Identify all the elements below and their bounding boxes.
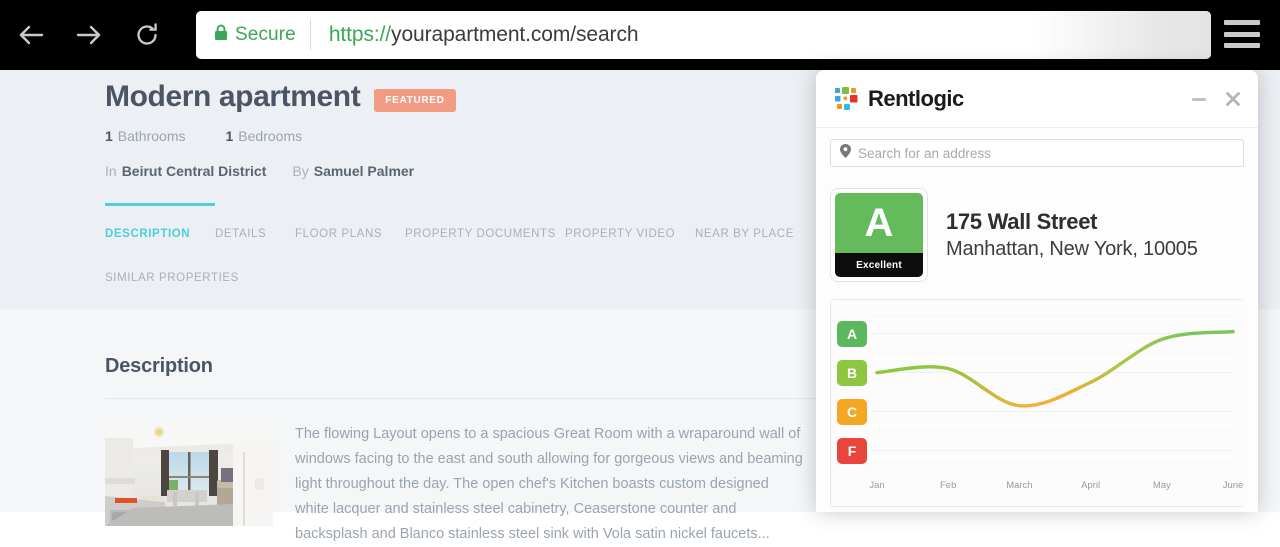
meta-location-prefix: In: [105, 163, 117, 179]
widget-search-wrap: Search for an address: [816, 128, 1258, 179]
search-placeholder: Search for an address: [858, 145, 991, 161]
apartment-interior-photo[interactable]: [105, 422, 273, 526]
spec-bathrooms-count: 1: [105, 128, 113, 144]
listing-tabs: DESCRIPTION DETAILS FLOOR PLANS PROPERTY…: [105, 203, 865, 284]
tab-row-primary: DESCRIPTION DETAILS FLOOR PLANS PROPERTY…: [105, 228, 865, 240]
grade-pill-c: C: [837, 398, 867, 425]
secure-indicator[interactable]: Secure: [196, 11, 310, 59]
secure-label: Secure: [235, 24, 296, 45]
back-button[interactable]: [8, 12, 54, 58]
address-lines: 175 Wall Street Manhattan, New York, 100…: [946, 209, 1198, 261]
grade-color-block: A: [835, 193, 923, 253]
url-bar[interactable]: Secure https://yourapartment.com/search: [196, 11, 1211, 59]
meta-agent: By Samuel Palmer: [292, 163, 414, 179]
address-result-card[interactable]: A Excellent 175 Wall Street Manhattan, N…: [830, 185, 1244, 285]
menu-bar-1: [1224, 20, 1260, 25]
widget-controls: [1190, 90, 1242, 108]
spec-bedrooms: 1 Bedrooms: [226, 128, 303, 144]
month-label-jan: Jan: [869, 480, 885, 491]
widget-header: Rentlogic: [816, 70, 1258, 128]
month-label-april: April: [1081, 480, 1101, 491]
month-label-may: May: [1152, 480, 1171, 491]
spec-bedrooms-count: 1: [225, 128, 234, 144]
tab-description[interactable]: DESCRIPTION: [105, 228, 215, 240]
meta-agent-value[interactable]: Samuel Palmer: [314, 163, 414, 179]
arrow-left-icon: [16, 22, 46, 48]
description-section: Description The flowing Layout opens to …: [105, 355, 865, 547]
tab-similar-properties[interactable]: SIMILAR PROPERTIES: [105, 272, 865, 284]
grade-letter: A: [864, 201, 894, 245]
reload-icon: [133, 21, 161, 49]
description-text: The flowing Layout opens to a spacious G…: [295, 426, 803, 542]
description-heading: Description: [105, 355, 213, 377]
featured-badge: FEATURED: [374, 88, 456, 112]
chart-svg: [831, 300, 1245, 506]
spec-bathrooms-label: Bathrooms: [117, 128, 186, 144]
spec-bedrooms-label: Bedrooms: [238, 128, 303, 144]
tab-property-documents[interactable]: PROPERTY DOCUMENTS: [405, 228, 565, 240]
url-scheme: https://: [328, 23, 392, 46]
rentlogic-dot-grid-logo: [834, 86, 860, 112]
month-label-march: March: [1006, 480, 1033, 491]
meta-location: In Beirut Central District: [105, 163, 266, 179]
month-label-june: June: [1222, 480, 1244, 491]
close-icon[interactable]: [1224, 90, 1242, 108]
browser-chrome: Secure https://yourapartment.com/search: [0, 0, 1280, 70]
reload-button[interactable]: [124, 12, 170, 58]
location-pin-icon: [840, 143, 851, 163]
lock-icon: [214, 24, 228, 46]
month-label-feb: Feb: [940, 480, 957, 491]
address-city: Manhattan, New York, 10005: [946, 238, 1198, 260]
active-tab-underline: [105, 203, 215, 206]
listing-title-row: Modern apartment FEATURED: [105, 70, 865, 114]
grade-pill-f: F: [837, 437, 867, 464]
minimize-icon[interactable]: [1190, 90, 1208, 108]
url-host: yourapartment.com/search: [391, 23, 639, 46]
menu-bar-3: [1224, 43, 1260, 48]
description-body: The flowing Layout opens to a spacious G…: [105, 422, 865, 547]
tab-details[interactable]: DETAILS: [215, 228, 295, 240]
brand-name: Rentlogic: [868, 85, 964, 111]
grade-history-chart: ABCF Jan Feb March April May June: [830, 299, 1245, 507]
listing-specs: 1 Bathrooms 1 Bedrooms: [105, 128, 865, 144]
search-input[interactable]: Search for an address: [830, 139, 1244, 167]
listing-meta: In Beirut Central District By Samuel Palme…: [105, 163, 865, 179]
tab-property-video[interactable]: PROPERTY VIDEO: [565, 228, 695, 240]
tab-near-by-place[interactable]: NEAR BY PLACE: [695, 228, 794, 240]
meta-location-value[interactable]: Beirut Central District: [122, 163, 267, 179]
grade-badge: A Excellent: [830, 188, 928, 282]
url-text[interactable]: https://yourapartment.com/search: [311, 23, 639, 47]
arrow-right-icon: [74, 22, 104, 48]
grade-pill-b: B: [837, 359, 867, 386]
url-bar-fade: [1031, 11, 1211, 59]
rentlogic-widget: Rentlogic Search for an address A Excell…: [816, 70, 1258, 512]
tab-floor-plans[interactable]: FLOOR PLANS: [295, 228, 405, 240]
listing-header: Modern apartment FEATURED 1 Bathrooms 1 Be…: [105, 70, 865, 284]
address-street: 175 Wall Street: [946, 209, 1098, 234]
forward-button[interactable]: [66, 12, 112, 58]
grade-caption: Excellent: [835, 253, 923, 277]
grade-pill-a: A: [837, 320, 867, 347]
meta-agent-prefix: By: [292, 163, 309, 179]
menu-bar-2: [1224, 31, 1260, 37]
spec-bathrooms: 1 Bathrooms: [105, 128, 186, 144]
page-title: Modern apartment: [105, 80, 361, 113]
hamburger-menu-icon[interactable]: [1224, 17, 1260, 51]
section-divider: [105, 398, 865, 399]
tab-row-secondary: SIMILAR PROPERTIES: [105, 272, 865, 284]
